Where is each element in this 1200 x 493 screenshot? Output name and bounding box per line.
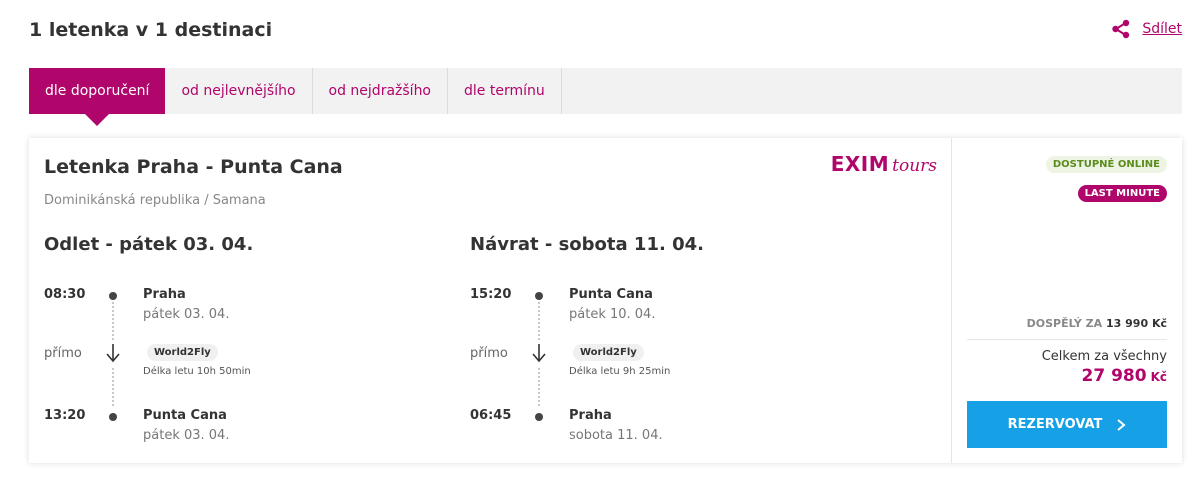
total-price-label: Celkem za všechny — [1041, 349, 1167, 364]
exim-tours-logo: EXIM tours — [831, 152, 937, 176]
price-panel: DOSTUPNÉ ONLINE LAST MINUTE DOSPĚLÝ ZA 1… — [952, 138, 1182, 463]
return-leg: Návrat - sobota 11. 04. 15:20 Punta Cana… — [470, 234, 890, 459]
tab-most-expensive[interactable]: od nejdražšího — [313, 68, 449, 114]
share-label[interactable]: Sdílet — [1142, 21, 1182, 37]
arrival-date: sobota 11. 04. — [569, 428, 663, 443]
timeline-line — [112, 302, 114, 340]
tab-by-date[interactable]: dle termínu — [448, 68, 562, 114]
direct-flight-label: přímo — [44, 346, 82, 361]
arrival-place: Praha — [569, 408, 612, 423]
departure-dot — [535, 292, 543, 300]
total-price-value: 27 980 — [1081, 366, 1147, 386]
arrival-dot — [109, 413, 117, 421]
adult-price-label: DOSPĚLÝ ZA — [1026, 317, 1103, 330]
sort-tabs: dle doporučení od nejlevnějšího od nejdr… — [29, 68, 1182, 114]
page-title: 1 letenka v 1 destinaci — [29, 19, 273, 41]
arrow-down-icon — [532, 344, 546, 363]
arrow-down-icon — [106, 344, 120, 363]
arrival-place: Punta Cana — [143, 408, 227, 423]
departure-time: 15:20 — [470, 287, 512, 302]
adult-price: DOSPĚLÝ ZA 13 990 Kč — [1027, 317, 1167, 330]
direct-flight-label: přímo — [470, 346, 508, 361]
offer-details: Letenka Praha - Punta Cana Dominikánská … — [29, 138, 952, 463]
departure-place: Punta Cana — [569, 287, 653, 302]
flight-duration: Délka letu 9h 25min — [569, 366, 671, 377]
offer-destination: Dominikánská republika / Samana — [44, 193, 266, 208]
last-minute-badge: LAST MINUTE — [1077, 185, 1167, 202]
tab-cheapest[interactable]: od nejlevnějšího — [165, 68, 313, 114]
outbound-heading: Odlet - pátek 03. 04. — [44, 234, 254, 255]
arrival-dot — [535, 413, 543, 421]
timeline-line — [112, 368, 114, 406]
airline-badge: World2Fly — [147, 344, 218, 361]
currency: Kč — [1150, 370, 1167, 384]
chevron-right-icon — [1117, 418, 1126, 431]
online-badge: DOSTUPNÉ ONLINE — [1045, 156, 1167, 173]
brand-main: EXIM — [830, 152, 890, 176]
flight-duration: Délka letu 10h 50min — [143, 366, 251, 377]
outbound-leg: Odlet - pátek 03. 04. 08:30 Praha pátek … — [44, 234, 464, 459]
departure-dot — [109, 292, 117, 300]
tab-recommended[interactable]: dle doporučení — [29, 68, 166, 114]
total-price: 27 980 Kč — [1082, 366, 1167, 386]
share-icon — [1111, 19, 1131, 39]
reserve-button[interactable]: REZERVOVAT — [967, 401, 1167, 448]
brand-script: tours — [892, 156, 937, 176]
arrival-date: pátek 03. 04. — [143, 428, 230, 443]
offer-card: Letenka Praha - Punta Cana Dominikánská … — [29, 138, 1182, 463]
arrival-time: 06:45 — [470, 408, 512, 423]
reserve-label: REZERVOVAT — [1007, 417, 1103, 432]
return-heading: Návrat - sobota 11. 04. — [470, 234, 704, 255]
price-divider — [967, 339, 1167, 340]
timeline-line — [538, 302, 540, 340]
airline-badge: World2Fly — [573, 344, 644, 361]
departure-date: pátek 10. 04. — [569, 307, 656, 322]
departure-time: 08:30 — [44, 287, 86, 302]
share-button[interactable]: Sdílet — [1111, 19, 1182, 39]
timeline-line — [538, 368, 540, 406]
adult-price-value: 13 990 Kč — [1106, 317, 1167, 330]
departure-place: Praha — [143, 287, 186, 302]
arrival-time: 13:20 — [44, 408, 86, 423]
departure-date: pátek 03. 04. — [143, 307, 230, 322]
offer-title[interactable]: Letenka Praha - Punta Cana — [44, 156, 343, 178]
